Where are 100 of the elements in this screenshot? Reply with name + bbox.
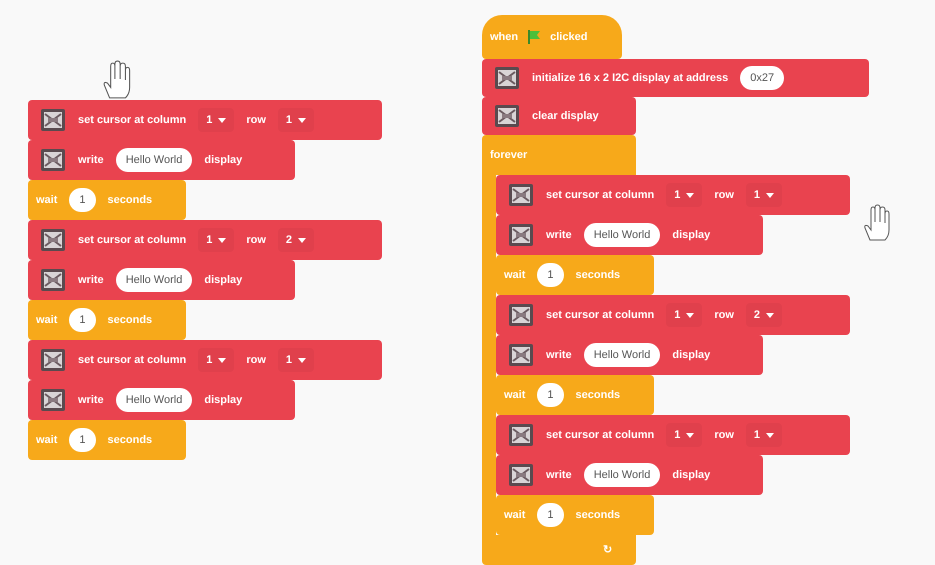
set-cursor-block[interactable]: set cursor at column 1 row 1	[28, 340, 382, 380]
write-block[interactable]: write Hello World display	[28, 380, 295, 420]
caret-icon	[218, 238, 226, 242]
wait-block[interactable]: wait 1 seconds	[28, 300, 186, 340]
column-dropdown[interactable]: 1	[198, 108, 234, 132]
block-label: display	[672, 228, 710, 243]
write-block[interactable]: write Hello World display	[496, 455, 763, 495]
row-dropdown[interactable]: 1	[278, 108, 314, 132]
text-input[interactable]: Hello World	[584, 463, 660, 487]
row-dropdown[interactable]: 1	[746, 423, 782, 447]
block-label: forever	[490, 148, 528, 163]
block-label: seconds	[576, 508, 620, 523]
row-dropdown[interactable]: 1	[746, 183, 782, 207]
address-input[interactable]: 0x27	[740, 66, 784, 90]
lcd-display-icon	[508, 303, 534, 327]
block-label: display	[204, 152, 242, 168]
caret-icon	[298, 238, 306, 242]
number-input[interactable]: 1	[69, 308, 96, 332]
lcd-display-icon	[494, 66, 520, 90]
lcd-display-icon	[40, 228, 66, 252]
wait-block[interactable]: wait 1 seconds	[496, 375, 654, 415]
lcd-display-icon	[40, 348, 66, 372]
block-label: row	[714, 308, 734, 323]
loop-arrow-icon: ↻	[603, 542, 612, 558]
set-cursor-block[interactable]: set cursor at column 1 row 2	[28, 220, 382, 260]
initialize-block[interactable]: initialize 16 x 2 I2C display at address 0x27	[482, 58, 869, 97]
block-label: write	[546, 228, 572, 243]
block-label: seconds	[576, 388, 620, 403]
column-dropdown[interactable]: 1	[666, 303, 702, 327]
number-input[interactable]: 1	[69, 188, 96, 212]
lcd-display-icon	[40, 388, 66, 412]
number-input[interactable]: 1	[537, 383, 564, 407]
set-cursor-block[interactable]: set cursor at column 1 row 1	[496, 415, 850, 455]
text-input[interactable]: Hello World	[116, 148, 192, 172]
caret-icon	[686, 432, 694, 438]
caret-icon	[218, 118, 226, 122]
row-dropdown[interactable]: 1	[278, 348, 314, 372]
text-input[interactable]: Hello World	[116, 388, 192, 412]
wait-block[interactable]: wait 1 seconds	[28, 180, 186, 220]
set-cursor-block[interactable]: set cursor at column 1 row 1	[28, 100, 382, 140]
number-input[interactable]: 1	[537, 503, 564, 527]
column-dropdown[interactable]: 1	[198, 228, 234, 252]
block-label: set cursor at column	[546, 308, 654, 323]
block-label: row	[246, 232, 266, 248]
lcd-display-icon	[508, 463, 534, 487]
block-label: display	[204, 392, 242, 408]
block-label: wait	[36, 192, 58, 208]
block-label: display	[672, 348, 710, 363]
block-label: clicked	[550, 30, 588, 45]
write-block[interactable]: write Hello World display	[496, 215, 763, 255]
block-label: write	[78, 392, 104, 408]
number-input[interactable]: 1	[537, 263, 564, 287]
row-dropdown[interactable]: 2	[746, 303, 782, 327]
lcd-display-icon	[508, 343, 534, 367]
number-input[interactable]: 1	[69, 428, 96, 452]
caret-icon	[298, 118, 306, 122]
lcd-display-icon	[40, 148, 66, 172]
lcd-display-icon	[40, 108, 66, 132]
write-block[interactable]: write Hello World display	[28, 140, 295, 180]
column-dropdown[interactable]: 1	[666, 183, 702, 207]
block-label: seconds	[108, 432, 152, 448]
column-dropdown[interactable]: 1	[198, 348, 234, 372]
text-input[interactable]: Hello World	[584, 223, 660, 247]
block-label: wait	[36, 312, 58, 328]
block-label: set cursor at column	[78, 112, 186, 128]
write-block[interactable]: write Hello World display	[28, 260, 295, 300]
text-input[interactable]: Hello World	[584, 343, 660, 367]
set-cursor-block[interactable]: set cursor at column 1 row 2	[496, 295, 850, 335]
text-input[interactable]: Hello World	[116, 268, 192, 292]
clear-display-block[interactable]: clear display	[482, 96, 636, 135]
block-label: write	[78, 272, 104, 288]
lcd-display-icon	[508, 423, 534, 447]
caret-icon	[686, 192, 694, 198]
block-label: set cursor at column	[78, 232, 186, 248]
block-label: row	[246, 112, 266, 128]
set-cursor-block[interactable]: set cursor at column 1 row 1	[496, 175, 850, 215]
block-label: seconds	[108, 312, 152, 328]
column-dropdown[interactable]: 1	[666, 423, 702, 447]
wait-block[interactable]: wait 1 seconds	[496, 495, 654, 535]
write-block[interactable]: write Hello World display	[496, 335, 763, 375]
hand-cursor-icon	[862, 204, 892, 242]
wait-block[interactable]: wait 1 seconds	[28, 420, 186, 460]
block-label: when	[490, 30, 518, 45]
block-label: display	[672, 468, 710, 483]
caret-icon	[686, 312, 694, 318]
block-label: write	[546, 468, 572, 483]
block-label: set cursor at column	[546, 188, 654, 203]
wait-block[interactable]: wait 1 seconds	[496, 255, 654, 295]
lcd-display-icon	[40, 268, 66, 292]
block-label: set cursor at column	[78, 352, 186, 368]
row-dropdown[interactable]: 2	[278, 228, 314, 252]
block-label: row	[714, 428, 734, 443]
block-label: seconds	[576, 268, 620, 283]
block-label: row	[714, 188, 734, 203]
lcd-display-icon	[508, 223, 534, 247]
caret-icon	[766, 432, 774, 438]
caret-icon	[766, 312, 774, 318]
block-label: set cursor at column	[546, 428, 654, 443]
caret-icon	[218, 358, 226, 362]
block-label: write	[78, 152, 104, 168]
